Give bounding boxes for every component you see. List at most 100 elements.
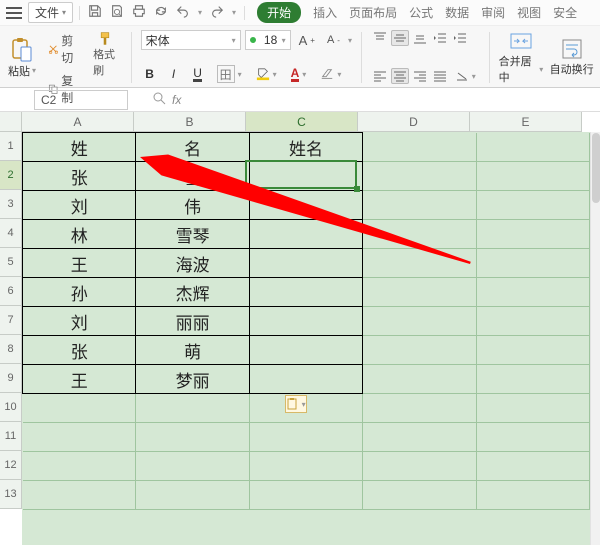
save-icon[interactable] <box>88 4 102 21</box>
cell-D7[interactable] <box>363 307 476 336</box>
cell-B12[interactable] <box>136 452 249 481</box>
cell-E7[interactable] <box>476 307 589 336</box>
cell-C12[interactable] <box>249 452 362 481</box>
cell-E4[interactable] <box>476 220 589 249</box>
cell-A6[interactable]: 孙 <box>23 278 136 307</box>
cell-A7[interactable]: 刘 <box>23 307 136 336</box>
cell-D4[interactable] <box>363 220 476 249</box>
decrease-font-button[interactable]: A- <box>323 32 344 48</box>
increase-font-button[interactable]: A+ <box>295 31 319 50</box>
tab-review[interactable]: 审阅 <box>481 4 505 21</box>
merge-center-button[interactable]: 合并居中▾ <box>499 30 544 85</box>
caret-down-icon[interactable]: ▾ <box>348 36 352 45</box>
row-header-10[interactable]: 10 <box>0 393 22 422</box>
tab-view[interactable]: 视图 <box>517 4 541 21</box>
paste-button[interactable]: 粘贴▾ <box>6 30 38 85</box>
cell-B1[interactable]: 名 <box>136 133 249 162</box>
cell-E10[interactable] <box>476 394 589 423</box>
cell-B3[interactable]: 伟 <box>136 191 249 220</box>
cell-B4[interactable]: 雪琴 <box>136 220 249 249</box>
tab-layout[interactable]: 页面布局 <box>349 4 397 21</box>
tab-security[interactable]: 安全 <box>553 4 577 21</box>
align-right-button[interactable] <box>411 68 429 84</box>
print-icon[interactable] <box>132 4 146 21</box>
border-button[interactable]: 田▾ <box>213 63 246 85</box>
cell-D10[interactable] <box>363 394 476 423</box>
cell-C9[interactable] <box>249 365 362 394</box>
cell-A8[interactable]: 张 <box>23 336 136 365</box>
row-header-6[interactable]: 6 <box>0 277 22 306</box>
preview-icon[interactable] <box>110 4 124 21</box>
row-header-1[interactable]: 1 <box>0 132 22 161</box>
row-header-9[interactable]: 9 <box>0 364 22 393</box>
tab-insert[interactable]: 插入 <box>313 4 337 21</box>
bold-button[interactable]: B <box>141 67 159 81</box>
cell-A5[interactable]: 王 <box>23 249 136 278</box>
cell-A12[interactable] <box>23 452 136 481</box>
decrease-indent-button[interactable] <box>431 30 449 46</box>
cell-B10[interactable] <box>136 394 249 423</box>
cell-grid[interactable]: 姓名姓名张雪刘伟林雪琴王海波孙杰辉刘丽丽张萌王梦丽 ▾ <box>22 132 590 545</box>
cell-E2[interactable] <box>476 162 589 191</box>
clear-format-button[interactable]: ▾ <box>316 65 345 83</box>
file-menu[interactable]: 文件 ▾ <box>28 2 73 23</box>
tab-formula[interactable]: 公式 <box>409 4 433 21</box>
cell-C8[interactable] <box>249 336 362 365</box>
orientation-button[interactable]: ▾ <box>451 67 480 85</box>
align-middle-button[interactable] <box>391 30 409 46</box>
cell-B13[interactable] <box>136 481 249 510</box>
vertical-scrollbar[interactable] <box>590 132 600 545</box>
sync-icon[interactable] <box>154 4 168 21</box>
redo-dropdown-icon[interactable]: ▾ <box>232 8 236 17</box>
cell-C2[interactable] <box>249 162 362 191</box>
name-box[interactable]: C2 <box>34 90 128 110</box>
cell-B7[interactable]: 丽丽 <box>136 307 249 336</box>
cell-A13[interactable] <box>23 481 136 510</box>
tab-start[interactable]: 开始 <box>257 2 301 23</box>
column-header-E[interactable]: E <box>470 112 582 132</box>
cell-A3[interactable]: 刘 <box>23 191 136 220</box>
cell-C1[interactable]: 姓名 <box>249 133 362 162</box>
cell-B8[interactable]: 萌 <box>136 336 249 365</box>
cut-button[interactable]: 剪切 <box>44 30 83 68</box>
row-header-5[interactable]: 5 <box>0 248 22 277</box>
cell-C4[interactable] <box>249 220 362 249</box>
column-header-A[interactable]: A <box>22 112 134 132</box>
cell-C7[interactable] <box>249 307 362 336</box>
cell-E11[interactable] <box>476 423 589 452</box>
column-header-D[interactable]: D <box>358 112 470 132</box>
cell-A9[interactable]: 王 <box>23 365 136 394</box>
cell-C3[interactable] <box>249 191 362 220</box>
cell-D3[interactable] <box>363 191 476 220</box>
cell-B5[interactable]: 海波 <box>136 249 249 278</box>
cell-A4[interactable]: 林 <box>23 220 136 249</box>
select-all-corner[interactable] <box>0 112 22 132</box>
paste-options-button[interactable]: ▾ <box>285 395 307 413</box>
row-header-2[interactable]: 2 <box>0 161 22 190</box>
font-color-button[interactable]: A▾ <box>287 65 311 84</box>
cell-E13[interactable] <box>476 481 589 510</box>
italic-button[interactable]: I <box>165 67 183 81</box>
tab-data[interactable]: 数据 <box>445 4 469 21</box>
cell-D2[interactable] <box>363 162 476 191</box>
row-header-7[interactable]: 7 <box>0 306 22 335</box>
cell-D5[interactable] <box>363 249 476 278</box>
cell-D11[interactable] <box>363 423 476 452</box>
scrollbar-thumb[interactable] <box>592 133 600 203</box>
justify-button[interactable] <box>431 68 449 84</box>
cell-C6[interactable] <box>249 278 362 307</box>
column-header-B[interactable]: B <box>134 112 246 132</box>
fill-color-button[interactable]: ▾ <box>252 65 281 83</box>
cell-E6[interactable] <box>476 278 589 307</box>
cell-D8[interactable] <box>363 336 476 365</box>
cell-A11[interactable] <box>23 423 136 452</box>
align-bottom-button[interactable] <box>411 30 429 46</box>
cell-D9[interactable] <box>363 365 476 394</box>
app-menu-icon[interactable] <box>6 7 22 19</box>
cell-C13[interactable] <box>249 481 362 510</box>
row-header-11[interactable]: 11 <box>0 422 22 451</box>
cell-C11[interactable] <box>249 423 362 452</box>
cell-D13[interactable] <box>363 481 476 510</box>
cell-A2[interactable]: 张 <box>23 162 136 191</box>
redo-icon[interactable] <box>210 4 224 21</box>
